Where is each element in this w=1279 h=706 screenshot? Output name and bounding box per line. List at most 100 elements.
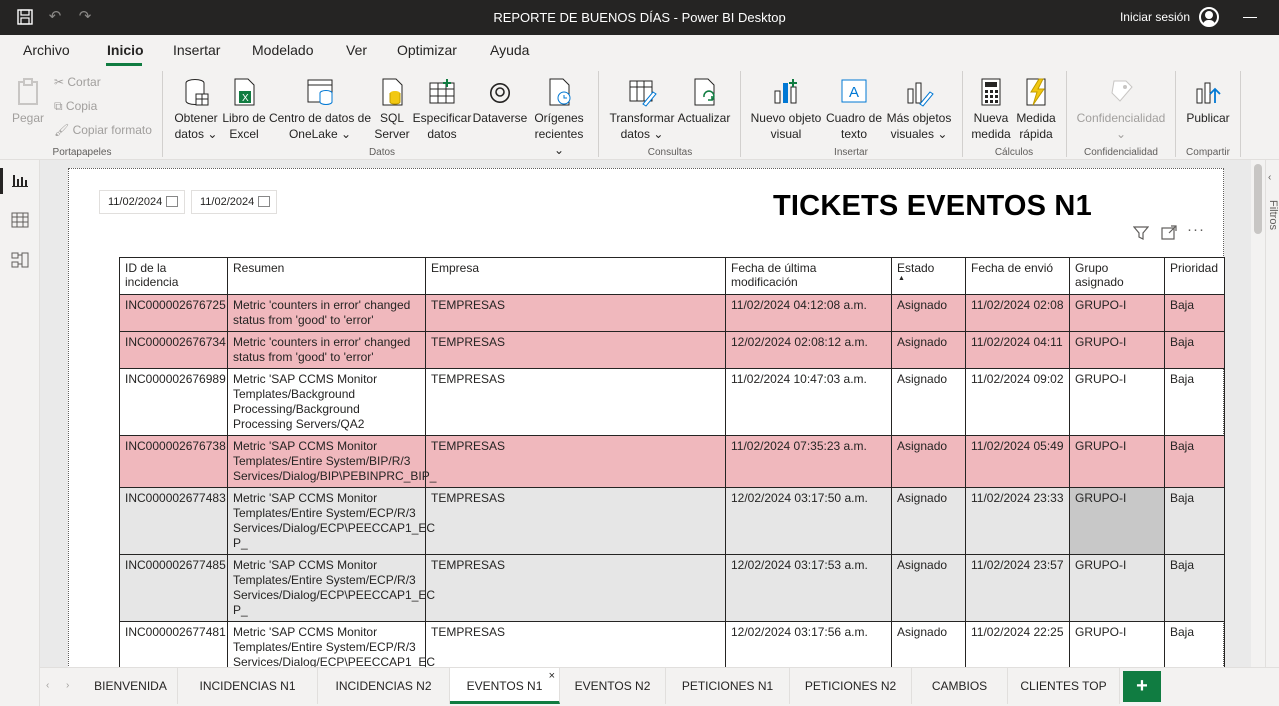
tab-peticiones-n1[interactable]: PETICIONES N1 (666, 668, 790, 704)
table-cell: Asignado (891, 554, 966, 622)
table-cell: Asignado (891, 621, 966, 667)
table-row[interactable]: INC000002676989 Metric 'SAP CCMS Monitor … (119, 368, 1225, 436)
tab-peticiones-n2[interactable]: PETICIONES N2 (790, 668, 912, 704)
tab-prev-icon[interactable]: ‹ (46, 680, 49, 691)
tab-clientes-top[interactable]: CLIENTES TOP (1008, 668, 1120, 704)
more-options-icon[interactable]: ··· (1187, 221, 1205, 238)
table-cell: Asignado (891, 331, 966, 369)
add-page-icon[interactable]: + (1123, 671, 1161, 702)
more-visuals-button[interactable]: Más objetos visuales ⌄ (884, 77, 954, 142)
menu-inicio[interactable]: Inicio (107, 42, 144, 58)
tab-bienvenida[interactable]: BIENVENIDA (84, 668, 178, 704)
calendar-icon[interactable] (166, 196, 178, 207)
close-tab-icon[interactable]: × (549, 658, 555, 694)
refresh-button[interactable]: Actualizar (676, 77, 732, 126)
recent-sources-button[interactable]: Orígenes recientes ⌄ (528, 77, 590, 158)
filters-label[interactable]: Filtros (1267, 200, 1279, 230)
avatar-icon[interactable] (1199, 7, 1219, 27)
table-row[interactable]: INC000002676734 Metric 'counters in error… (119, 331, 1225, 369)
transform-data-icon (627, 77, 657, 107)
menu-ver[interactable]: Ver (346, 42, 367, 58)
menu-insertar[interactable]: Insertar (173, 42, 220, 58)
table-view-icon[interactable] (10, 210, 30, 230)
separator (1175, 71, 1176, 157)
tab-cambios[interactable]: CAMBIOS (912, 668, 1008, 704)
get-data-button[interactable]: Obtener datos ⌄ (170, 77, 222, 142)
ribbon: Pegar ✂ Cortar ⧉ Copia 🖌 Copiar formato … (0, 67, 1279, 160)
column-header[interactable]: Fecha de última modificación (725, 257, 892, 295)
new-measure-button[interactable]: Nueva medida (968, 77, 1014, 142)
view-switcher (0, 160, 40, 706)
active-view-indicator (0, 168, 3, 194)
menu-optimizar[interactable]: Optimizar (397, 42, 457, 58)
dataverse-button[interactable]: Dataverse (472, 77, 528, 126)
table-cell: GRUPO-I (1069, 487, 1165, 555)
copy-button[interactable]: ⧉ Copia (54, 99, 97, 114)
group-data-label: Datos (368, 147, 396, 158)
minimize-icon[interactable] (1243, 17, 1257, 18)
column-header[interactable]: Fecha de envió (965, 257, 1070, 295)
format-painter-button[interactable]: 🖌 Copiar formato (54, 123, 152, 137)
table-cell: Asignado (891, 487, 966, 555)
calendar-icon[interactable] (258, 196, 270, 207)
table-cell: 11/02/2024 22:25 (965, 621, 1070, 667)
table-cell: TEMPRESAS (425, 487, 726, 555)
model-view-icon[interactable] (10, 250, 30, 270)
table-cell: TEMPRESAS (425, 368, 726, 436)
tab-next-icon[interactable]: › (66, 680, 69, 691)
canvas-scrollbar[interactable] (1251, 160, 1265, 667)
column-header[interactable]: Prioridad (1164, 257, 1225, 295)
date-end-input[interactable]: 11/02/2024 (191, 190, 277, 214)
column-header[interactable]: Empresa (425, 257, 726, 295)
column-header[interactable]: Resumen (227, 257, 426, 295)
table-row[interactable]: INC000002676725 Metric 'counters in error… (119, 294, 1225, 332)
table-cell: INC000002677483 (119, 487, 228, 555)
table-cell: 12/02/2024 03:17:56 a.m. (725, 621, 892, 667)
excel-workbook-button[interactable]: X Libro de Excel (220, 77, 268, 142)
onelake-hub-button[interactable]: Centro de datos de OneLake ⌄ (268, 77, 372, 142)
tab-eventos-n2[interactable]: EVENTOS N2 (560, 668, 666, 704)
group-calculations-label: Cálculos (994, 147, 1034, 158)
svg-text:X: X (242, 93, 249, 104)
column-header[interactable]: Grupo asignado (1069, 257, 1165, 295)
new-visual-button[interactable]: Nuevo objeto visual (748, 77, 824, 142)
scrollbar-thumb[interactable] (1254, 164, 1262, 234)
paste-button[interactable]: Pegar (10, 77, 46, 126)
group-sensitivity-label: Confidencialidad (1084, 147, 1158, 158)
menu-ayuda[interactable]: Ayuda (490, 42, 529, 58)
table-cell: INC000002676725 (119, 294, 228, 332)
quick-measure-button[interactable]: Medida rápida (1014, 77, 1058, 142)
sensitivity-button[interactable]: Confidencialidad ⌄ (1074, 77, 1168, 142)
table-row[interactable]: INC000002677485 Metric 'SAP CCMS Monitor … (119, 554, 1225, 622)
group-share-label: Compartir (1186, 147, 1230, 158)
publish-button[interactable]: Publicar (1182, 77, 1234, 126)
date-start-input[interactable]: 11/02/2024 (99, 190, 185, 214)
menu-modelado[interactable]: Modelado (252, 42, 314, 58)
table-cell: TEMPRESAS (425, 331, 726, 369)
text-box-button[interactable]: A Cuadro de texto (824, 77, 884, 142)
table-cell: 12/02/2024 03:17:50 a.m. (725, 487, 892, 555)
focus-mode-icon[interactable] (1161, 225, 1177, 245)
signin-link[interactable]: Iniciar sesión (1120, 0, 1190, 35)
filters-pane-collapsed[interactable]: ‹ Filtros (1265, 160, 1279, 667)
enter-data-button[interactable]: Especificar datos (412, 77, 472, 142)
tab-eventos-n1[interactable]: EVENTOS N1 × (450, 668, 560, 704)
table-cell: TEMPRESAS (425, 554, 726, 622)
cut-button[interactable]: ✂ Cortar (54, 75, 101, 89)
table-row[interactable]: INC000002677483 Metric 'SAP CCMS Monitor … (119, 487, 1225, 555)
database-icon (181, 77, 211, 107)
tab-incidencias-n1[interactable]: INCIDENCIAS N1 (178, 668, 318, 704)
tab-incidencias-n2[interactable]: INCIDENCIAS N2 (318, 668, 450, 704)
report-view-icon[interactable] (10, 170, 30, 190)
column-header[interactable]: Estado ▲ (891, 257, 966, 295)
bar-chart-icon (771, 77, 801, 107)
menu-archivo[interactable]: Archivo (23, 42, 70, 58)
sql-server-button[interactable]: SQL Server (372, 77, 412, 142)
table-row[interactable]: INC000002677481 Metric 'SAP CCMS Monitor … (119, 621, 1225, 667)
column-header[interactable]: ID de la incidencia (119, 257, 228, 295)
transform-data-button[interactable]: Transformar datos ⌄ (608, 77, 676, 142)
table-cell: 11/02/2024 07:35:23 a.m. (725, 435, 892, 488)
chevron-left-icon[interactable]: ‹ (1268, 172, 1271, 183)
filter-icon[interactable] (1132, 225, 1150, 245)
table-row[interactable]: INC000002676738 Metric 'SAP CCMS Monitor … (119, 435, 1225, 488)
